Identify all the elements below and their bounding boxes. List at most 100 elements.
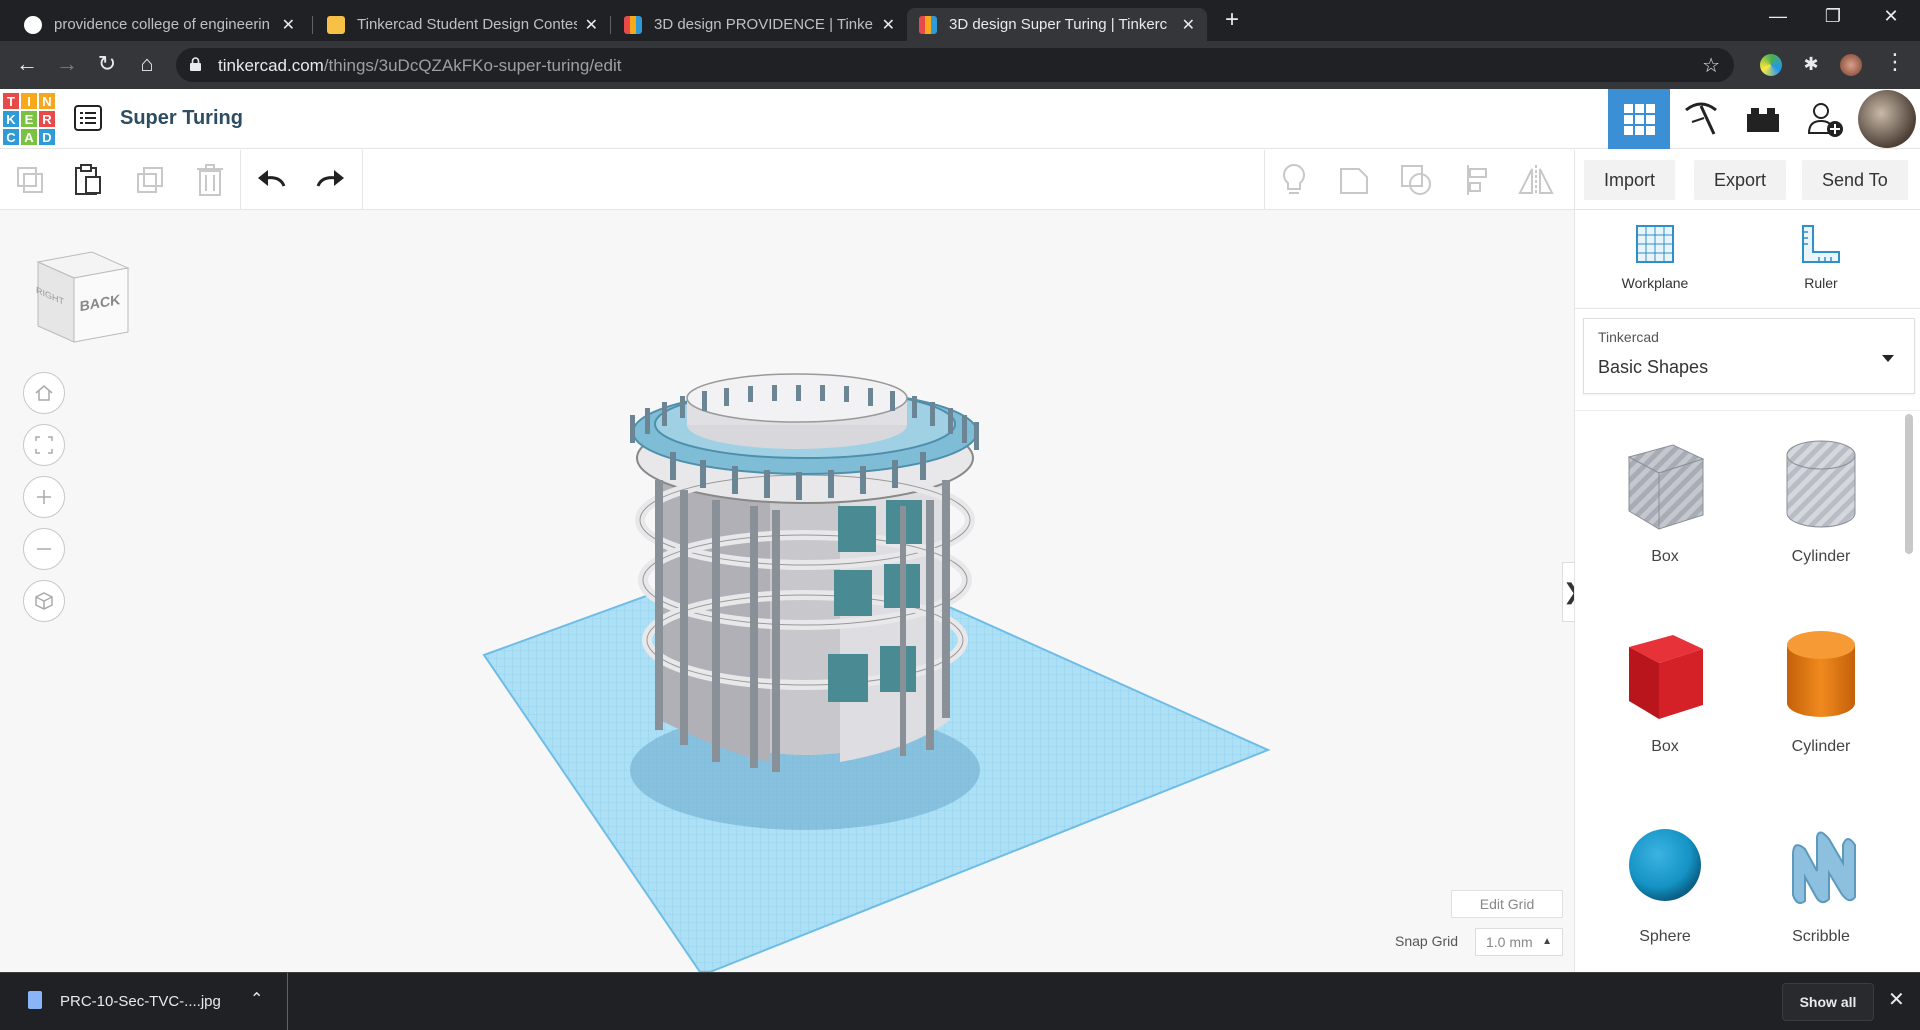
- shape-label: Sphere: [1639, 928, 1691, 945]
- bookmark-star-icon[interactable]: ☆: [1702, 53, 1720, 78]
- close-icon[interactable]: ✕: [585, 15, 598, 35]
- pickaxe-icon: [1685, 102, 1717, 135]
- tinkercad-logo[interactable]: T I N K E R C A D: [2, 92, 56, 146]
- reload-icon[interactable]: ↻: [92, 51, 122, 77]
- shape-box[interactable]: Box: [1595, 625, 1735, 756]
- shape-cylinder[interactable]: Cylinder: [1751, 625, 1891, 756]
- red-box-icon: [1629, 635, 1703, 719]
- shape-scribble[interactable]: Scribble: [1751, 815, 1891, 946]
- zoom-out-button[interactable]: [23, 528, 65, 570]
- edit-grid-button[interactable]: Edit Grid: [1451, 890, 1563, 918]
- redo-button[interactable]: [310, 162, 350, 198]
- shape-grid: Box Cylinder Box Cylinder Sphere Scribbl…: [1575, 410, 1920, 972]
- new-tab-icon[interactable]: +: [1225, 6, 1239, 34]
- back-arrow-icon[interactable]: ←: [12, 51, 42, 77]
- shape-label: Cylinder: [1791, 738, 1851, 755]
- align-button[interactable]: [1458, 162, 1498, 198]
- undo-button[interactable]: [252, 162, 292, 198]
- collapse-panel-button[interactable]: ❯: [1562, 562, 1574, 622]
- download-item[interactable]: PRC-10-Sec-TVC-....jpg ⌃: [0, 973, 288, 1030]
- close-icon[interactable]: ✕: [882, 15, 895, 35]
- url-input[interactable]: tinkercad.com/things/3uDcQZAkFKo-super-t…: [176, 48, 1734, 82]
- shape-library-select[interactable]: Tinkercad Basic Shapes: [1583, 318, 1915, 394]
- download-bar: PRC-10-Sec-TVC-....jpg ⌃ Show all ✕: [0, 972, 1920, 1030]
- url-host: tinkercad.com: [218, 56, 324, 75]
- maximize-icon[interactable]: ❐: [1810, 6, 1856, 27]
- minimize-icon[interactable]: —: [1755, 6, 1801, 27]
- redo-arrow-icon: [316, 170, 344, 187]
- ruler-icon: [1802, 225, 1840, 263]
- extension-icon[interactable]: [1760, 54, 1782, 76]
- logo-letter: I: [20, 92, 38, 110]
- shape-sphere[interactable]: Sphere: [1595, 815, 1735, 946]
- view-cube[interactable]: BACK RIGHT: [30, 246, 130, 346]
- add-user-button[interactable]: [1794, 89, 1856, 149]
- group-shape-button[interactable]: [1334, 162, 1374, 198]
- send-to-button[interactable]: Send To: [1802, 160, 1908, 200]
- duplicate-button[interactable]: [130, 162, 170, 198]
- logo-letter: D: [38, 128, 56, 146]
- cube-icon: [35, 592, 53, 610]
- mirror-button[interactable]: [1516, 162, 1556, 198]
- kebab-menu-icon[interactable]: ⋮: [1880, 49, 1910, 75]
- sphere-icon: [1629, 829, 1701, 901]
- design-title[interactable]: Super Turing: [120, 107, 243, 130]
- window-close-icon[interactable]: ✕: [1868, 6, 1914, 27]
- browser-tab-active[interactable]: 3D design Super Turing | Tinkerc ✕: [907, 8, 1207, 41]
- logo-letter: K: [2, 110, 20, 128]
- blocks-view-button[interactable]: [1670, 89, 1732, 149]
- close-icon[interactable]: ✕: [1182, 15, 1195, 35]
- forward-arrow-icon[interactable]: →: [52, 51, 82, 77]
- export-button[interactable]: Export: [1694, 160, 1787, 200]
- scribble-icon: [1792, 831, 1856, 904]
- grid-icon: [1624, 104, 1655, 135]
- chevron-up-icon[interactable]: ⌃: [250, 989, 263, 1009]
- copy-icon: [17, 167, 43, 193]
- shape-box-hole[interactable]: Box: [1595, 435, 1735, 566]
- snap-grid-select[interactable]: 1.0 mm ▲: [1475, 928, 1563, 956]
- logo-letter: T: [2, 92, 20, 110]
- close-icon[interactable]: ✕: [282, 15, 295, 35]
- browser-tab[interactable]: 3D design PROVIDENCE | Tinkerc ✕: [612, 8, 907, 41]
- 3d-design-view-button[interactable]: [1608, 89, 1670, 149]
- browser-tab[interactable]: providence college of engineerin ✕: [12, 8, 307, 41]
- copy-button[interactable]: [10, 162, 50, 198]
- home-icon[interactable]: ⌂: [132, 51, 162, 77]
- design-list-icon[interactable]: [74, 105, 102, 131]
- paste-icon: [75, 164, 101, 195]
- bricks-view-button[interactable]: [1732, 89, 1794, 149]
- logo-letter: E: [20, 110, 38, 128]
- align-icon: [1467, 165, 1487, 195]
- ruler-tool[interactable]: Ruler: [1761, 222, 1881, 291]
- zoom-in-button[interactable]: [23, 476, 65, 518]
- notes-button[interactable]: [1274, 162, 1314, 198]
- close-download-bar-icon[interactable]: ✕: [1888, 987, 1905, 1012]
- delete-button[interactable]: [190, 162, 230, 198]
- workplane-scene: [482, 373, 1271, 972]
- perspective-toggle-button[interactable]: [23, 580, 65, 622]
- instructables-favicon-icon: [327, 15, 345, 34]
- toolbar-divider: [240, 150, 241, 210]
- fit-view-button[interactable]: [23, 424, 65, 466]
- shapes-panel: Workplane Ruler Tinkercad Basic Shapes B…: [1574, 210, 1920, 972]
- home-view-button[interactable]: [23, 372, 65, 414]
- duplicate-icon: [137, 167, 163, 193]
- show-all-button[interactable]: Show all: [1782, 983, 1874, 1021]
- 3d-workspace[interactable]: BACK RIGHT Edit Grid Snap Grid 1.0 mm ▲ …: [0, 210, 1574, 972]
- dropdown-caret-icon: [1882, 355, 1894, 362]
- undo-arrow-icon: [258, 170, 286, 187]
- tinkercad-favicon-icon: [919, 15, 937, 34]
- ungroup-shape-button[interactable]: [1396, 162, 1436, 198]
- profile-avatar[interactable]: [1840, 54, 1862, 76]
- browser-tab[interactable]: Tinkercad Student Design Contes ✕: [315, 8, 610, 41]
- paste-button[interactable]: [68, 162, 108, 198]
- panel-scrollbar[interactable]: [1905, 414, 1913, 554]
- shape-cylinder-hole[interactable]: Cylinder: [1751, 435, 1891, 566]
- tab-title: Tinkercad Student Design Contes: [357, 16, 577, 33]
- workplane-tool[interactable]: Workplane: [1595, 222, 1715, 291]
- puzzle-extensions-icon[interactable]: ✱: [1800, 54, 1822, 76]
- user-avatar[interactable]: [1858, 90, 1916, 148]
- logo-letter: C: [2, 128, 20, 146]
- google-favicon-icon: [24, 15, 42, 34]
- import-button[interactable]: Import: [1584, 160, 1676, 200]
